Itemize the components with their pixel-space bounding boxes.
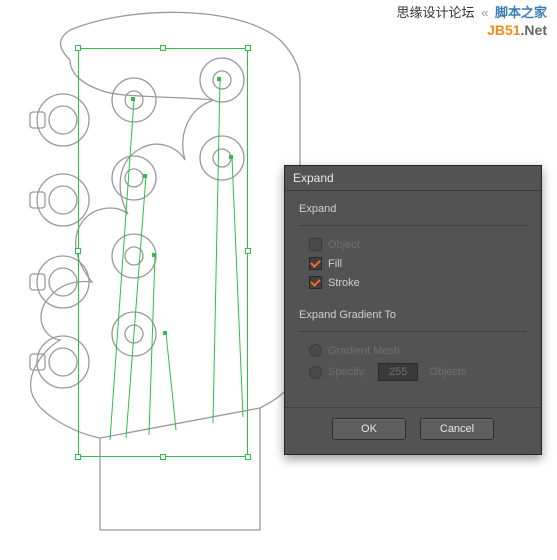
option-object: Object <box>309 238 527 251</box>
dialog-title-text: Expand <box>293 171 334 185</box>
radio-gradient-mesh <box>309 344 322 357</box>
option-stroke[interactable]: Stroke <box>309 276 527 289</box>
gradient-group-label: Expand Gradient To <box>299 309 527 321</box>
checkbox-stroke[interactable] <box>309 276 322 289</box>
expand-dialog: Expand Expand Object Fill Stroke Expand … <box>284 165 542 455</box>
specify-count-field: 255 <box>378 363 418 381</box>
checkbox-object <box>309 238 322 251</box>
expand-gradient-group: Expand Gradient To Gradient Mesh Specify… <box>299 309 527 381</box>
label-specify-pre: Specify: <box>328 366 367 378</box>
option-gradient-mesh: Gradient Mesh <box>309 344 527 357</box>
ok-button[interactable]: OK <box>332 418 406 440</box>
expand-group-label: Expand <box>299 203 527 215</box>
radio-specify <box>309 366 322 379</box>
checkbox-fill[interactable] <box>309 257 322 270</box>
label-object: Object <box>328 239 360 251</box>
dialog-button-row: OK Cancel <box>285 407 541 454</box>
divider <box>299 331 527 332</box>
label-fill: Fill <box>328 258 342 270</box>
option-fill[interactable]: Fill <box>309 257 527 270</box>
divider <box>299 225 527 226</box>
option-specify: Specify: 255 Objects <box>309 363 527 381</box>
label-gradient-mesh: Gradient Mesh <box>328 345 400 357</box>
label-specify-post: Objects <box>429 366 466 378</box>
cancel-button[interactable]: Cancel <box>420 418 494 440</box>
expand-group: Expand Object Fill Stroke <box>299 203 527 289</box>
dialog-title[interactable]: Expand <box>285 166 541 191</box>
label-stroke: Stroke <box>328 277 360 289</box>
